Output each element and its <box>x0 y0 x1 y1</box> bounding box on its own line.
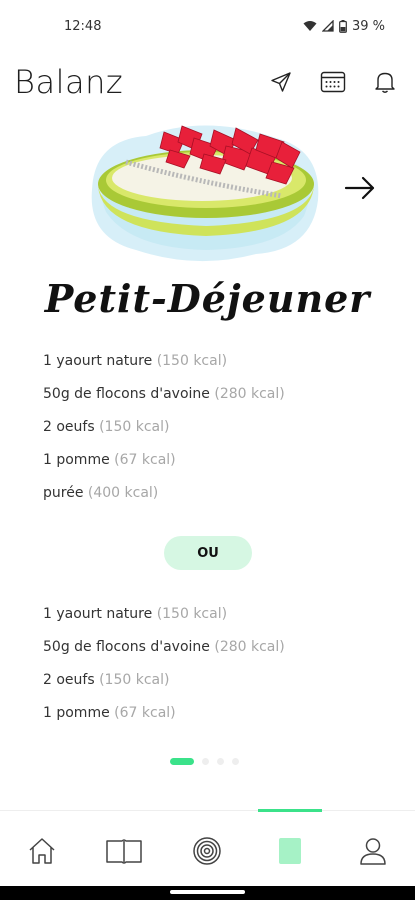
food-list-option-b: 1 yaourt nature (150 kcal) 50g de flocon… <box>43 598 373 730</box>
page-dot[interactable] <box>217 758 224 765</box>
home-icon[interactable] <box>22 831 62 871</box>
page-dot[interactable] <box>202 758 209 765</box>
active-tab-indicator <box>258 809 322 812</box>
carousel-pagination <box>170 758 239 765</box>
app-header: Balanz <box>0 52 415 112</box>
meal-plan-icon[interactable] <box>270 831 310 871</box>
list-item: purée (400 kcal) <box>43 485 159 501</box>
signal-icon <box>321 20 334 32</box>
list-item: 1 yaourt nature (150 kcal) <box>43 606 228 622</box>
next-arrow-icon[interactable] <box>342 174 378 202</box>
list-item: 1 yaourt nature (150 kcal) <box>43 353 228 369</box>
list-item: 1 pomme (67 kcal) <box>43 705 176 721</box>
header-actions <box>267 68 399 96</box>
profile-icon[interactable] <box>353 831 393 871</box>
wifi-icon <box>303 20 317 32</box>
list-item: 2 oeufs (150 kcal) <box>43 672 170 688</box>
send-icon[interactable] <box>267 68 295 96</box>
list-item: 1 pomme (67 kcal) <box>43 452 176 468</box>
or-separator-pill: OU <box>164 536 252 570</box>
app-title: Balanz <box>14 63 124 101</box>
status-icons: 39 % <box>303 19 385 34</box>
list-item: 2 oeufs (150 kcal) <box>43 419 170 435</box>
list-item: 50g de flocons d'avoine (280 kcal) <box>43 386 285 402</box>
book-icon[interactable] <box>104 831 144 871</box>
meal-title: Petit-Déjeuner <box>44 276 371 321</box>
calendar-icon[interactable] <box>319 68 347 96</box>
status-time: 12:48 <box>64 18 102 34</box>
page-dot[interactable] <box>232 758 239 765</box>
battery-percent: 39 % <box>351 18 385 34</box>
list-item: 50g de flocons d'avoine (280 kcal) <box>43 639 285 655</box>
page-dot-active[interactable] <box>170 758 194 765</box>
meal-carousel[interactable]: Petit-Déjeuner 1 yaourt nature (150 kcal… <box>0 112 415 802</box>
battery-icon <box>339 19 347 33</box>
status-bar: 12:48 39 % <box>0 0 415 52</box>
bell-icon[interactable] <box>371 68 399 96</box>
target-icon[interactable] <box>187 831 227 871</box>
food-list-option-a: 1 yaourt nature (150 kcal) 50g de flocon… <box>43 345 373 510</box>
bottom-navigation <box>0 809 415 887</box>
home-gesture-handle[interactable] <box>170 890 245 894</box>
breakfast-bowl-illustration <box>86 120 326 268</box>
system-gesture-bar <box>0 886 415 900</box>
